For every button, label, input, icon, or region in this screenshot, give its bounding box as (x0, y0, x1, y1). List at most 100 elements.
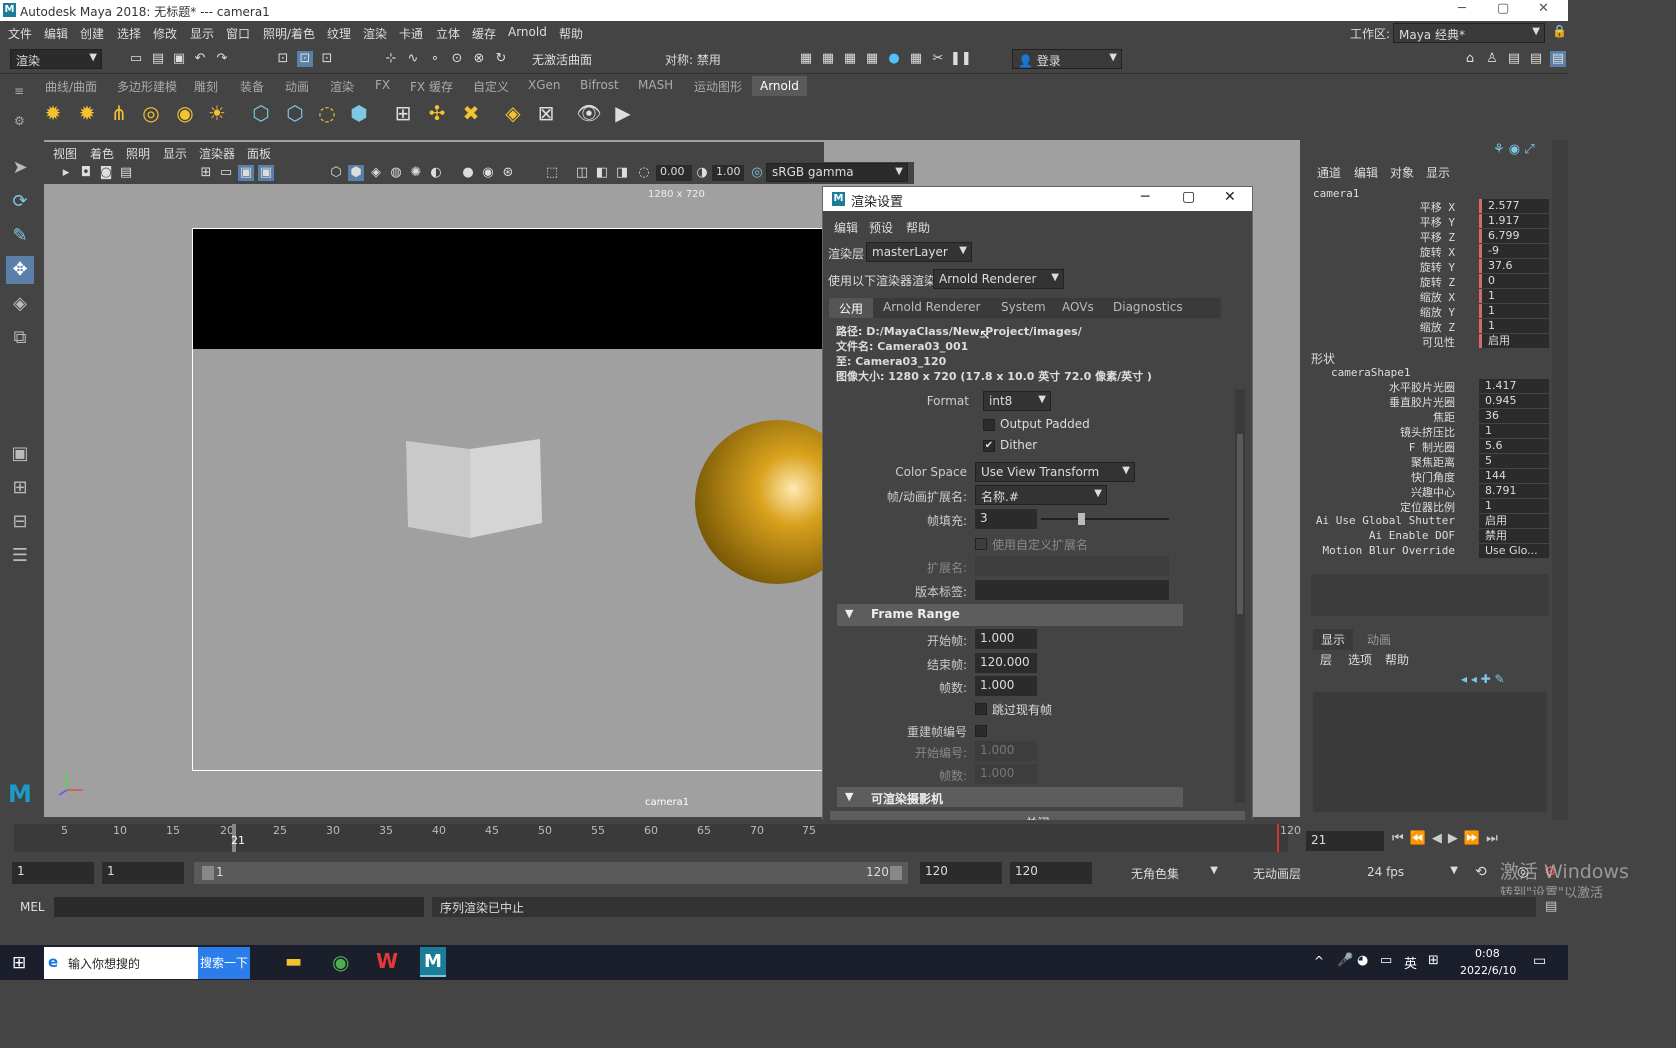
wire-on-shaded-icon[interactable]: ◈ (368, 165, 384, 181)
format-dropdown[interactable]: int8 ▼ (983, 391, 1051, 411)
channel-row[interactable]: 旋转 Y 37.6 (1303, 259, 1563, 274)
open-scene-icon[interactable]: ▤ (150, 51, 166, 67)
tx-manager-icon[interactable]: ⊞ (390, 100, 416, 126)
single-view-icon[interactable]: ▣ (6, 440, 34, 468)
settings-scroll-area[interactable]: Format int8 ▼ Output Padded ✔ Dither Colo… (829, 387, 1247, 807)
scene-start-field[interactable]: 1 (12, 862, 94, 884)
vp-menu-lighting[interactable]: 照明 (126, 145, 150, 162)
xray-components-icon[interactable]: ◨ (614, 165, 630, 181)
ipr-render-icon[interactable]: ▦ (842, 51, 858, 67)
side-tabs-strip[interactable] (1552, 140, 1568, 820)
shelf-settings-icon[interactable]: ⚙ (14, 114, 25, 128)
channel-icons[interactable]: ⚘ ◉ ⤢ (1493, 142, 1535, 157)
select-tool-icon[interactable]: ➤ (6, 154, 34, 182)
vp-menu-panels[interactable]: 面板 (247, 145, 271, 162)
start-frame-field[interactable]: 1.000 (975, 629, 1037, 649)
shelf-tab-sculpt[interactable]: 雕刻 (194, 78, 218, 95)
cb-menu-channels[interactable]: 通道 (1317, 164, 1341, 181)
menu-create[interactable]: 创建 (80, 25, 104, 42)
vp-menu-renderer[interactable]: 渲染器 (199, 145, 235, 162)
workspace-dropdown[interactable]: Maya 经典* ▼ (1393, 23, 1545, 43)
xray-icon[interactable]: ◫ (574, 165, 590, 181)
cb-menu-edit[interactable]: 编辑 (1354, 164, 1378, 181)
bookmark-icon[interactable]: ◙ (98, 165, 114, 181)
render-view-icon[interactable]: ▦ (864, 51, 880, 67)
shelf-tab-fx[interactable]: FX (375, 78, 390, 92)
command-input[interactable] (54, 897, 424, 917)
flush-textures-icon[interactable]: ✣ (424, 100, 450, 126)
dialog-minimize-button[interactable]: ─ (1141, 189, 1149, 205)
shelf-tab-xgen[interactable]: XGen (528, 78, 561, 92)
end-frame-field[interactable]: 120.000 (975, 653, 1037, 673)
save-scene-icon[interactable]: ▣ (171, 51, 187, 67)
shape-row[interactable]: 垂直胶片光圈 0.945 (1303, 394, 1563, 409)
login-dropdown[interactable]: 👤 登录 ▼ (1012, 49, 1122, 69)
volume-icon[interactable]: ◌ (314, 100, 340, 126)
pause-icon[interactable]: ❚❚ (950, 51, 972, 67)
menu-render[interactable]: 渲染 (363, 25, 387, 42)
rotate-tool-icon[interactable]: ◈ (6, 290, 34, 318)
dialog-scrollbar[interactable] (1235, 389, 1245, 803)
shape-row[interactable]: Ai Enable DOF 禁用 (1303, 529, 1563, 544)
menu-help[interactable]: 帮助 (559, 25, 583, 42)
play-render-icon[interactable]: ▶ (610, 100, 636, 126)
shape-row[interactable]: 镜头挤压比 1 (1303, 424, 1563, 439)
shape-row[interactable]: 定位器比例 1 (1303, 499, 1563, 514)
renumber-checkbox[interactable] (975, 725, 987, 737)
select-hierarchy-icon[interactable]: ⊡ (275, 51, 291, 67)
photometric-light-icon[interactable]: ⋔ (106, 100, 132, 126)
symmetry-field[interactable]: 对称: 禁用 (660, 49, 752, 69)
image-plane-icon[interactable]: ▤ (118, 165, 134, 181)
export-standin-icon[interactable]: ⬡ (282, 100, 308, 126)
grid-icon[interactable]: ⊞ (198, 165, 214, 181)
select-component-icon[interactable]: ⊡ (319, 51, 335, 67)
attribute-editor-icon[interactable]: ▤ (1506, 51, 1522, 67)
render-layer-dropdown[interactable]: masterLayer ▼ (866, 242, 972, 262)
shape-row[interactable]: 焦距 36 (1303, 409, 1563, 424)
shader-icon[interactable]: ◈ (500, 100, 526, 126)
material-icon[interactable]: ⊠ (533, 100, 559, 126)
sphere-object[interactable] (695, 420, 835, 585)
range-slider[interactable]: 1 120 (194, 862, 908, 884)
renum-by-field[interactable]: 1.000 (975, 764, 1037, 784)
color-mgmt-icon[interactable]: ◎ (749, 165, 765, 181)
shelf-tab-curves[interactable]: 曲线/曲面 (45, 78, 97, 95)
wireframe-icon[interactable]: ⬡ (328, 165, 344, 181)
tab-system[interactable]: System (1001, 300, 1046, 314)
scene-end-field[interactable]: 120 (1010, 862, 1092, 884)
dialog-close-button[interactable]: ✕ (1224, 189, 1236, 205)
layer-buttons-icon[interactable]: ◂ ◂ ✚ ✎ (1461, 672, 1505, 686)
ao-icon[interactable]: ● (460, 165, 476, 181)
scrollbar-thumb[interactable] (1237, 434, 1243, 614)
shelf-tab-rendering[interactable]: 渲染 (330, 78, 354, 95)
side-view-icon[interactable]: ⊟ (6, 508, 34, 536)
shape-row[interactable]: 水平胶片光圈 1.417 (1303, 379, 1563, 394)
shelf-tab-animation[interactable]: 动画 (285, 78, 309, 95)
move-tool-icon[interactable]: ✥ (6, 256, 34, 284)
area-light-icon[interactable]: ✹ (40, 100, 66, 126)
padding-slider-handle[interactable] (1078, 513, 1085, 525)
snap-point-icon[interactable]: ∘ (427, 51, 443, 67)
network-icon[interactable]: ▭ (1380, 953, 1392, 968)
resolution-gate-icon[interactable]: ▣ (238, 165, 254, 181)
menu-modify[interactable]: 修改 (153, 25, 177, 42)
dlg-menu-presets[interactable]: 预设 (869, 219, 893, 236)
menu-window[interactable]: 窗口 (226, 25, 250, 42)
shelf-tab-rigging[interactable]: 装备 (240, 78, 264, 95)
tab-diagnostics[interactable]: Diagnostics (1113, 300, 1183, 314)
vp-menu-shading[interactable]: 着色 (90, 145, 114, 162)
redo-icon[interactable]: ↷ (214, 51, 230, 67)
dlg-menu-edit[interactable]: 编辑 (834, 219, 858, 236)
browser-icon[interactable]: ◉ (332, 950, 349, 974)
menu-select[interactable]: 选择 (117, 25, 141, 42)
shape-row[interactable]: Motion Blur Override Use Glo... (1303, 544, 1563, 559)
dlg-menu-help[interactable]: 帮助 (906, 219, 930, 236)
tray-chevron-icon[interactable]: ^ (1314, 954, 1324, 968)
anim-start-field[interactable]: 1 (102, 862, 184, 884)
app-tray-icon[interactable]: ◕ (1357, 953, 1368, 968)
dither-checkbox[interactable]: ✔ (983, 440, 995, 452)
menu-cache[interactable]: 缓存 (472, 25, 496, 42)
close-window-button[interactable]: ✕ (1538, 1, 1549, 16)
motion-blur-icon[interactable]: ◉ (480, 165, 496, 181)
shape-row[interactable]: F 制光圈 5.6 (1303, 439, 1563, 454)
